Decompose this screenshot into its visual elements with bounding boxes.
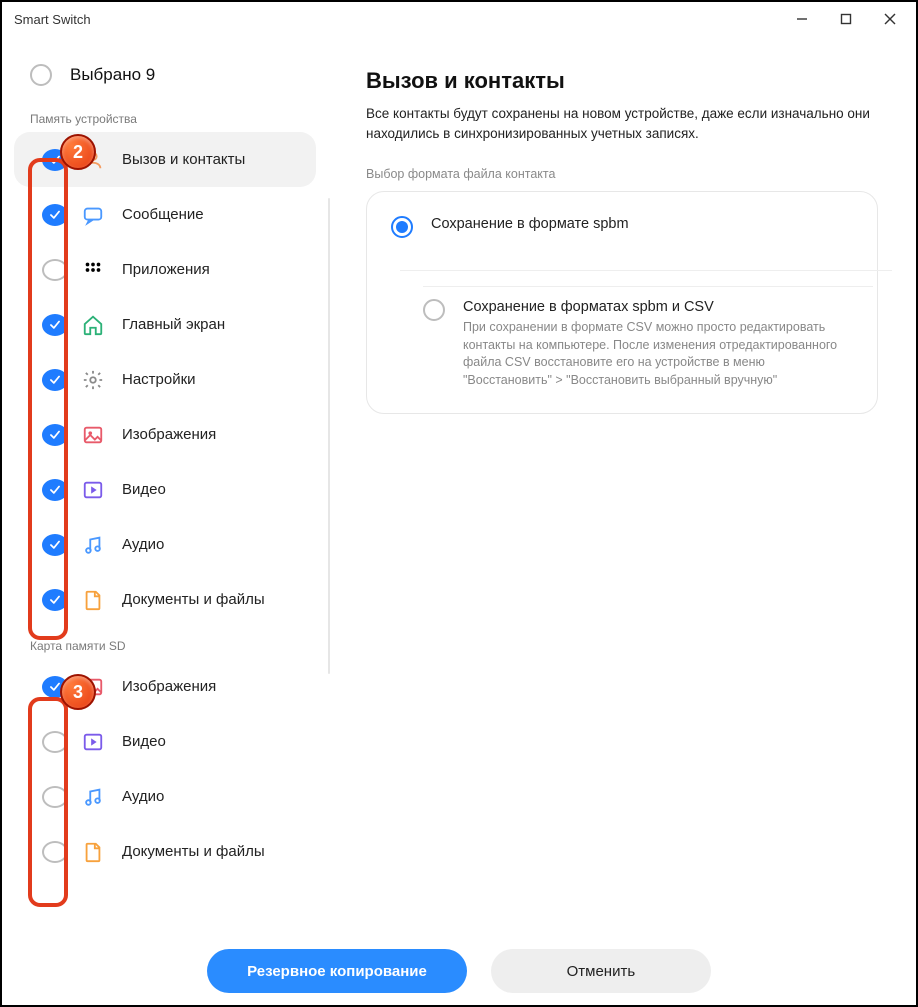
item-label: Изображения bbox=[122, 678, 216, 695]
video-icon bbox=[80, 731, 106, 753]
format-option-spbm-csv[interactable] bbox=[371, 254, 873, 286]
main-panel: Вызов и контакты Все контакты будут сохр… bbox=[328, 36, 916, 1005]
radio-spbm[interactable] bbox=[391, 216, 413, 238]
select-all-row[interactable]: Выбрано 9 bbox=[2, 56, 328, 100]
format-option-desc: При сохранении в формате CSV можно прост… bbox=[463, 319, 853, 389]
audio-icon bbox=[80, 786, 106, 808]
minimize-button[interactable] bbox=[780, 4, 824, 34]
annotation-callout-3: 3 bbox=[60, 674, 96, 710]
item-label: Видео bbox=[122, 733, 166, 750]
audio-icon bbox=[80, 534, 106, 556]
footer: Резервное копирование Отменить bbox=[2, 949, 916, 993]
page-description: Все контакты будут сохранены на новом ус… bbox=[366, 104, 878, 143]
backup-button[interactable]: Резервное копирование bbox=[207, 949, 467, 993]
item-label: Изображения bbox=[122, 426, 216, 443]
format-option-label: Сохранение в форматах spbm и CSV bbox=[463, 299, 853, 315]
page-title: Вызов и контакты bbox=[366, 68, 878, 94]
radio-spbm-csv[interactable] bbox=[423, 299, 445, 321]
item-label: Документы и файлы bbox=[122, 843, 265, 860]
video-icon bbox=[80, 479, 106, 501]
format-option-label: Сохранение в формате spbm bbox=[431, 216, 853, 232]
format-subheading: Выбор формата файла контакта bbox=[366, 167, 878, 181]
settings-icon bbox=[80, 369, 106, 391]
format-card: Сохранение в формате spbm Сохранение в ф… bbox=[366, 191, 878, 414]
item-label: Видео bbox=[122, 481, 166, 498]
section-header-device: Память устройства bbox=[2, 100, 328, 132]
message-icon bbox=[80, 204, 106, 226]
doc-icon bbox=[80, 841, 106, 863]
annotation-outline-2 bbox=[28, 158, 68, 640]
format-option-spbm-csv[interactable]: Сохранение в форматах spbm и CSV При сох… bbox=[423, 286, 873, 405]
select-all-radio[interactable] bbox=[30, 64, 52, 86]
cancel-button[interactable]: Отменить bbox=[491, 949, 711, 993]
item-label: Настройки bbox=[122, 371, 196, 388]
item-label: Приложения bbox=[122, 261, 210, 278]
apps-icon bbox=[80, 259, 106, 281]
item-label: Сообщение bbox=[122, 206, 204, 223]
format-option-spbm[interactable]: Сохранение в формате spbm bbox=[371, 200, 873, 254]
item-label: Вызов и контакты bbox=[122, 151, 245, 168]
titlebar: Smart Switch bbox=[2, 2, 916, 36]
close-button[interactable] bbox=[868, 4, 912, 34]
home-icon bbox=[80, 314, 106, 336]
item-label: Аудио bbox=[122, 788, 164, 805]
image-icon bbox=[80, 424, 106, 446]
doc-icon bbox=[80, 589, 106, 611]
item-label: Главный экран bbox=[122, 316, 225, 333]
annotation-callout-2: 2 bbox=[60, 134, 96, 170]
select-all-label: Выбрано 9 bbox=[70, 65, 155, 85]
window-title: Smart Switch bbox=[14, 12, 91, 27]
item-label: Документы и файлы bbox=[122, 591, 265, 608]
item-label: Аудио bbox=[122, 536, 164, 553]
maximize-button[interactable] bbox=[824, 4, 868, 34]
annotation-outline-3 bbox=[28, 697, 68, 907]
